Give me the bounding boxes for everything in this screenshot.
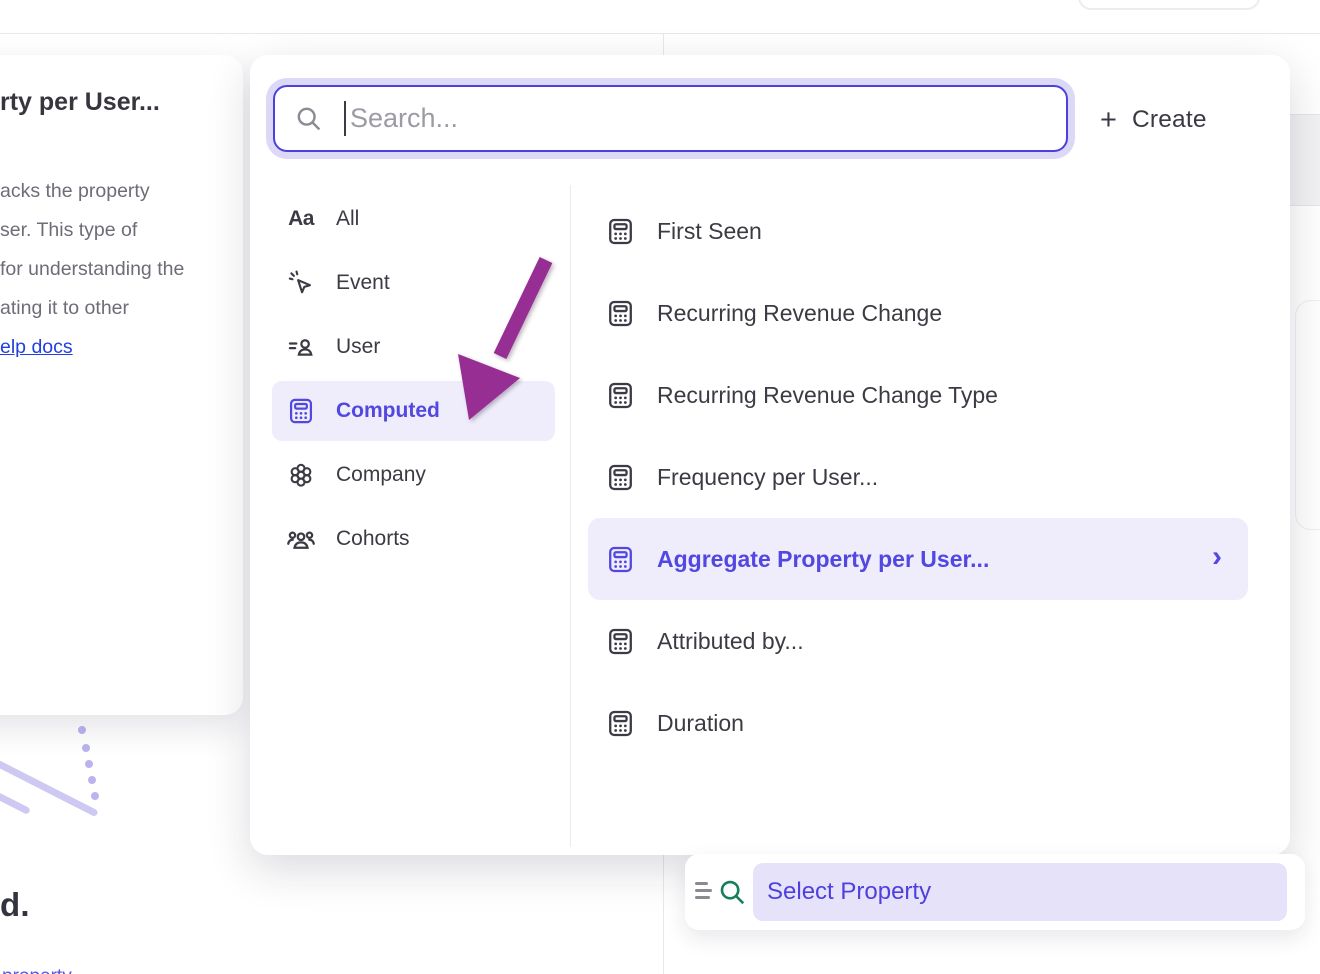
property-recurring-revenue-change-type[interactable]: Recurring Revenue Change Type: [588, 354, 1248, 436]
user-list-icon: [286, 332, 316, 362]
top-divider: [0, 33, 1320, 34]
calculator-icon: [606, 299, 635, 328]
decorative-dot: [91, 792, 99, 800]
calculator-icon: [606, 709, 635, 738]
decorative-dot: [88, 776, 96, 784]
event-click-icon: [286, 268, 316, 298]
category-user[interactable]: User: [272, 317, 555, 377]
background-gray-band: [1290, 114, 1320, 206]
property-tooltip-card: rty per User... acks the property ser. T…: [0, 55, 243, 715]
calculator-icon: [606, 627, 635, 656]
property-first-seen[interactable]: First Seen: [588, 190, 1248, 272]
calculator-icon: [606, 217, 635, 246]
property-recurring-revenue-change[interactable]: Recurring Revenue Change: [588, 272, 1248, 354]
calculator-icon: [606, 463, 635, 492]
text-aa-icon: Aa: [286, 204, 316, 234]
property-search-icon: [717, 877, 747, 907]
decorative-dot: [82, 744, 90, 752]
select-property-card: Select Property: [685, 854, 1305, 930]
category-all[interactable]: Aa All: [272, 189, 555, 249]
partial-card-right: [1295, 300, 1320, 530]
help-docs-link[interactable]: elp docs: [0, 336, 73, 359]
property-frequency-per-user[interactable]: Frequency per User...: [588, 436, 1248, 518]
page: d. property rty per User... acks the pro…: [0, 0, 1320, 974]
tooltip-text-line: ating it to other: [0, 297, 129, 320]
tooltip-title: rty per User...: [0, 88, 160, 117]
clipped-purple-text: property: [2, 966, 122, 974]
modal-divider: [570, 185, 571, 847]
plus-icon: +: [1100, 106, 1117, 135]
drag-handle-icon[interactable]: [695, 882, 712, 902]
search-input[interactable]: [273, 85, 1068, 152]
clipped-heading: d.: [0, 886, 30, 924]
cohorts-people-icon: [286, 524, 316, 554]
decorative-dot: [78, 726, 86, 734]
category-cohorts[interactable]: Cohorts: [272, 509, 555, 569]
property-picker-modal: + Create Aa All: [250, 55, 1290, 855]
chevron-right-icon: ›: [1212, 542, 1222, 572]
category-event[interactable]: Event: [272, 253, 555, 313]
category-company[interactable]: Company: [272, 445, 555, 505]
tooltip-text-line: ser. This type of: [0, 219, 137, 242]
tooltip-text-line: acks the property: [0, 180, 150, 203]
calculator-icon: [606, 545, 635, 574]
partial-card-top: [1078, 0, 1260, 10]
company-cluster-icon: [286, 460, 316, 490]
category-computed[interactable]: Computed: [272, 381, 555, 441]
property-list: First Seen Recurring Revenue Change Recu…: [588, 190, 1248, 764]
calculator-icon: [286, 396, 316, 426]
tooltip-text-line: for understanding the: [0, 258, 184, 281]
category-sidebar: Aa All Event: [272, 189, 555, 573]
decorative-dot: [85, 760, 93, 768]
select-property-button[interactable]: Select Property: [753, 863, 1287, 921]
create-button[interactable]: + Create: [1100, 95, 1250, 145]
property-duration[interactable]: Duration: [588, 682, 1248, 764]
property-attributed-by[interactable]: Attributed by...: [588, 600, 1248, 682]
property-aggregate-property-per-user[interactable]: Aggregate Property per User... ›: [588, 518, 1248, 600]
calculator-icon: [606, 381, 635, 410]
